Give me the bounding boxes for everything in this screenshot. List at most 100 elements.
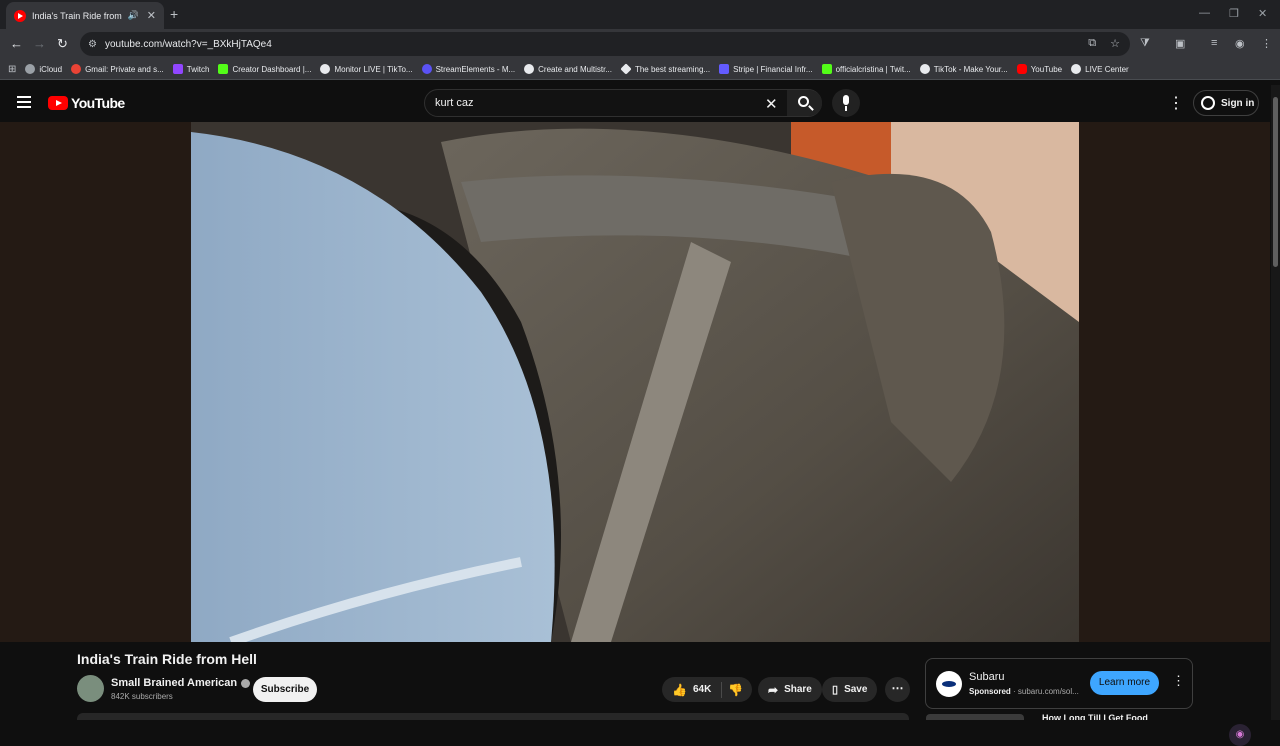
- youtube-header: YouTube kurt caz ✕ ⋮ Sign in: [0, 84, 1280, 122]
- scrollbar-thumb[interactable]: [1273, 97, 1278, 267]
- video-frame[interactable]: [191, 122, 1079, 642]
- bookmark-item[interactable]: Stripe | Financial Infr...: [719, 64, 813, 74]
- bookmark-item[interactable]: Monitor LIVE | TikTo...: [320, 64, 413, 74]
- bookmark-favicon-icon: [919, 64, 930, 74]
- youtube-favicon-icon: [14, 9, 26, 22]
- bookmark-favicon-icon: [821, 64, 832, 74]
- ad-menu-icon[interactable]: ⋮: [1172, 673, 1185, 689]
- recommended-video-thumbnail[interactable]: [926, 714, 1024, 720]
- description-box[interactable]: [77, 713, 909, 720]
- browser-toolbar: ← → ↻ ⚙ youtube.com/watch?v=_BXkHjTAQe4 …: [0, 29, 1280, 59]
- bookmark-item[interactable]: LIVE Center: [1071, 64, 1129, 74]
- bookmark-favicon-icon: [71, 64, 82, 74]
- verified-check-icon: [241, 678, 251, 688]
- bookmark-item[interactable]: YouTube: [1016, 64, 1062, 74]
- more-actions-button[interactable]: ⋯: [885, 677, 910, 702]
- clear-search-icon[interactable]: ✕: [765, 95, 778, 113]
- apps-grid-icon[interactable]: ⊞: [8, 64, 16, 75]
- browser-tab[interactable]: India's Train Ride from Hell 🔊 ✕: [6, 2, 164, 29]
- account-icon: [1201, 96, 1215, 110]
- search-icon: [798, 96, 809, 107]
- bookmark-favicon-icon: [719, 64, 730, 74]
- bookmark-item[interactable]: The best streaming...: [620, 63, 710, 75]
- bookmark-favicon-icon: [172, 64, 183, 74]
- bookmark-favicon-icon: [218, 64, 229, 74]
- site-info-icon[interactable]: ⚙: [88, 39, 97, 50]
- video-player[interactable]: ◉: [0, 122, 1270, 746]
- bookmark-favicon-icon: [1016, 64, 1027, 74]
- divider: [721, 681, 723, 698]
- subaru-logo-icon: [936, 671, 962, 697]
- page-scrollbar[interactable]: [1271, 85, 1280, 720]
- bookmark-item[interactable]: TikTok - Make Your...: [919, 64, 1008, 74]
- ad-meta: Sponsored · subaru.com/sol...: [969, 687, 1079, 696]
- channel-name-row[interactable]: Small Brained American: [111, 677, 251, 689]
- channel-avatar[interactable]: [77, 675, 104, 702]
- bookmark-favicon-icon: [1071, 64, 1082, 74]
- sponsored-label: Sponsored: [969, 687, 1011, 696]
- voice-search-icon[interactable]: [832, 89, 860, 117]
- extensions-icon[interactable]: ⧩: [1140, 37, 1150, 50]
- sign-in-button[interactable]: Sign in: [1193, 90, 1259, 116]
- browser-tab-strip: India's Train Ride from Hell 🔊 ✕ + — ❐ ✕: [0, 0, 1280, 29]
- learn-more-button[interactable]: Learn more: [1090, 671, 1159, 695]
- bookmark-item[interactable]: Twitch: [172, 64, 209, 74]
- back-icon[interactable]: ←: [10, 36, 23, 51]
- bookmark-item[interactable]: iCloud: [25, 64, 62, 74]
- close-window-icon[interactable]: ✕: [1258, 7, 1267, 20]
- search-button[interactable]: [787, 90, 822, 116]
- settings-kebab-icon[interactable]: ⋮: [1168, 93, 1184, 113]
- subscribe-button[interactable]: Subscribe: [253, 677, 317, 702]
- url-text: youtube.com/watch?v=_BXkHjTAQe4: [104, 38, 272, 50]
- dislike-button[interactable]: 👎: [728, 683, 743, 697]
- video-content-image: [191, 122, 1079, 642]
- bookmark-item[interactable]: Create and Multistr...: [524, 64, 612, 74]
- bookmark-save-icon: ▯: [832, 684, 839, 696]
- ad-domain: subaru.com/sol...: [1017, 687, 1079, 696]
- advertiser-name: Subaru: [969, 671, 1005, 683]
- search-input[interactable]: kurt caz: [435, 97, 474, 109]
- youtube-play-icon: [48, 96, 68, 110]
- like-dislike-group: 👍 64K 👎: [662, 677, 752, 702]
- forward-icon[interactable]: →: [33, 36, 46, 51]
- bookmark-star-icon[interactable]: ☆: [1110, 37, 1120, 50]
- reload-icon[interactable]: ↻: [57, 36, 68, 52]
- share-icon: ➦: [768, 682, 779, 697]
- thumbs-up-icon: 👍: [672, 682, 687, 697]
- sponsored-ad-card[interactable]: Subaru Sponsored · subaru.com/sol... Lea…: [925, 658, 1193, 709]
- bookmark-favicon-icon: [620, 63, 632, 75]
- speaker-icon[interactable]: 🔊: [128, 10, 139, 21]
- save-button[interactable]: ▯ Save: [822, 677, 878, 702]
- bookmark-item[interactable]: Gmail: Private and s...: [71, 64, 164, 74]
- menu-hamburger-icon[interactable]: [17, 96, 31, 108]
- youtube-logo[interactable]: YouTube: [48, 95, 125, 111]
- like-button[interactable]: 👍 64K: [672, 683, 711, 697]
- tab-title: India's Train Ride from Hell: [32, 10, 122, 21]
- bookmark-favicon-icon: [320, 64, 331, 74]
- bookmark-favicon-icon: [524, 64, 535, 74]
- new-tab-icon[interactable]: +: [170, 6, 178, 22]
- recommended-video-title[interactable]: How Long Till I Get Food: [1042, 713, 1182, 720]
- search-box[interactable]: kurt caz ✕: [424, 89, 822, 117]
- minimize-icon[interactable]: —: [1199, 7, 1210, 19]
- thumbs-down-icon: 👎: [728, 682, 744, 697]
- side-panel-icon[interactable]: ▣: [1175, 37, 1185, 50]
- like-count: 64K: [692, 684, 712, 695]
- address-bar[interactable]: ⚙ youtube.com/watch?v=_BXkHjTAQe4 ⧉ ☆: [80, 32, 1130, 56]
- bookmarks-bar: ⊞ iCloud Gmail: Private and s... Twitch …: [0, 59, 1280, 80]
- browser-menu-icon[interactable]: ⋮: [1261, 37, 1272, 50]
- floating-widget-icon[interactable]: ◉: [1229, 724, 1251, 746]
- channel-name[interactable]: Small Brained American: [111, 677, 237, 689]
- media-control-icon[interactable]: ≡: [1211, 37, 1217, 49]
- share-button[interactable]: ➦ Share: [758, 677, 822, 702]
- bookmark-favicon-icon: [25, 64, 36, 74]
- bookmark-item[interactable]: officialcristina | Twit...: [821, 64, 911, 74]
- video-title: India's Train Ride from Hell: [77, 651, 257, 667]
- profile-icon[interactable]: ◉: [1235, 37, 1245, 50]
- install-app-icon[interactable]: ⧉: [1088, 37, 1096, 50]
- close-tab-icon[interactable]: ✕: [147, 9, 156, 22]
- bookmark-item[interactable]: StreamElements - M...: [421, 64, 515, 74]
- bookmark-favicon-icon: [421, 64, 432, 74]
- bookmark-item[interactable]: Creator Dashboard |...: [218, 64, 311, 74]
- restore-icon[interactable]: ❐: [1229, 7, 1239, 20]
